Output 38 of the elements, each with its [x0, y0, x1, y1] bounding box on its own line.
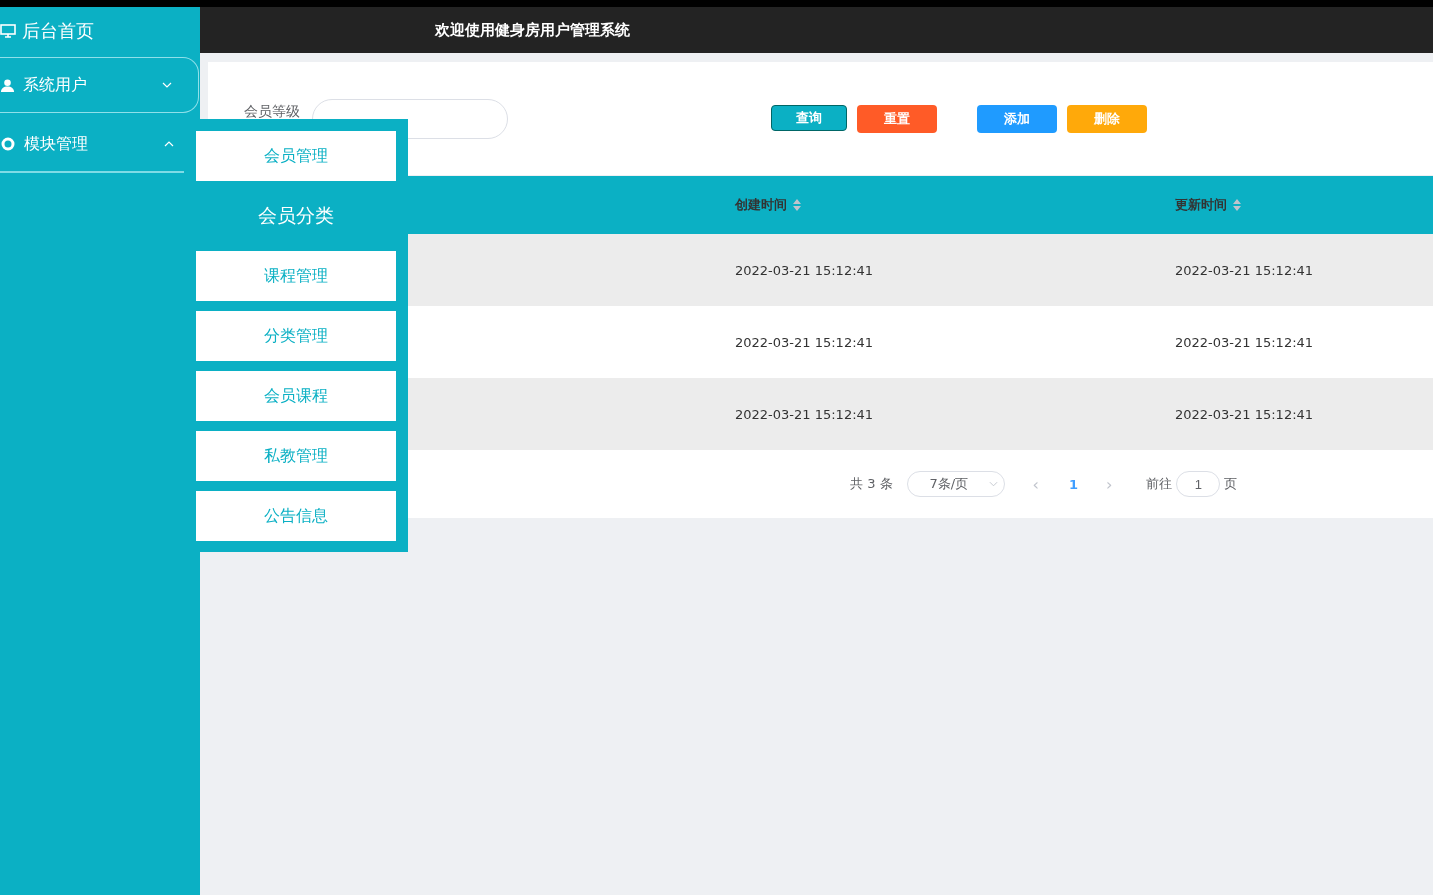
sort-icon[interactable] — [1233, 199, 1241, 211]
add-button[interactable]: 添加 — [977, 104, 1057, 133]
field-label: 会员等级 — [244, 102, 300, 121]
chevron-down-icon — [988, 481, 998, 487]
submenu-item[interactable]: 分类管理 — [196, 311, 396, 361]
sort-icon[interactable] — [793, 199, 801, 211]
column-header[interactable]: 创建时间 — [735, 196, 787, 214]
submenu-item[interactable]: 私教管理 — [196, 431, 396, 481]
page-suffix: 页 — [1224, 475, 1238, 493]
user-icon — [0, 77, 15, 93]
delete-button[interactable]: 删除 — [1067, 104, 1147, 133]
submenu-item[interactable]: 公告信息 — [196, 491, 396, 541]
header-title: 欢迎使用健身房用户管理系统 — [435, 20, 630, 40]
prev-page-button[interactable]: ‹ — [1032, 474, 1039, 494]
table-cell: 2022-03-21 15:12:41 — [735, 262, 874, 278]
sidebar-item[interactable]: 模块管理 — [0, 117, 184, 173]
page-input[interactable]: 1 — [1176, 471, 1221, 497]
page-number[interactable]: 1 — [1068, 476, 1078, 492]
table-cell: 2022-03-21 15:12:41 — [1175, 334, 1314, 350]
table-cell: 2022-03-21 15:12:41 — [1175, 262, 1314, 278]
column-header[interactable]: 更新时间 — [1175, 196, 1227, 214]
table-cell: 2022-03-21 15:12:41 — [1175, 406, 1314, 422]
reset-button[interactable]: 重置 — [857, 104, 937, 133]
chevron-down-icon — [162, 82, 172, 88]
table-cell: 2022-03-21 15:12:41 — [735, 334, 874, 350]
submenu-item[interactable]: 课程管理 — [196, 251, 396, 301]
next-page-button[interactable]: › — [1106, 474, 1113, 494]
submenu-item[interactable]: 会员分类 — [196, 191, 396, 241]
sidebar-item[interactable]: 系统用户 — [0, 57, 199, 113]
sidebar-item[interactable]: 后台首页 — [0, 7, 200, 55]
chevron-up-icon — [164, 141, 174, 147]
monitor-icon — [0, 23, 16, 39]
submenu-item[interactable]: 会员管理 — [196, 131, 396, 181]
goto-label: 前往 — [1146, 475, 1173, 493]
table-cell: 2022-03-21 15:12:41 — [735, 406, 874, 422]
query-button[interactable]: 查询 — [771, 104, 847, 131]
submenu-item[interactable]: 会员课程 — [196, 371, 396, 421]
total-count: 共 3 条 — [850, 475, 893, 493]
